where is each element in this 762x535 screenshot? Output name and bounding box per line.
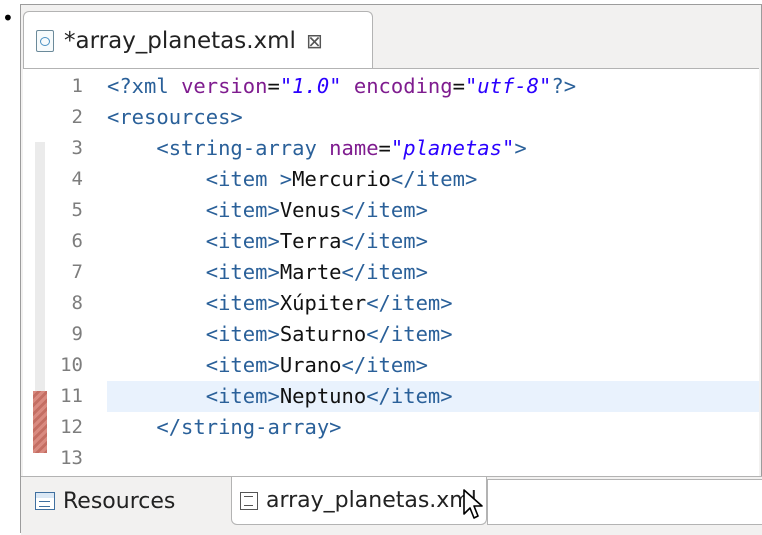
line-number: 6 bbox=[71, 230, 83, 252]
resources-form-icon bbox=[35, 492, 55, 510]
xml-source-editor[interactable]: 1 2 3 4 5 6 7 8 9 10 11 12 13 <?xml version="1.0" en… bbox=[23, 68, 759, 477]
code-line[interactable]: <item >Mercurio</item> bbox=[107, 164, 478, 195]
line-number: 4 bbox=[71, 168, 83, 190]
line-number: 10 bbox=[60, 354, 83, 376]
code-token: <item> bbox=[205, 229, 280, 253]
code-token: Terra bbox=[279, 229, 342, 253]
code-token: </item> bbox=[341, 260, 428, 284]
tab-resources[interactable]: Resources bbox=[27, 477, 231, 525]
code-line[interactable]: <item>Venus</item> bbox=[107, 195, 428, 226]
code-token: </item> bbox=[390, 167, 478, 191]
code-line[interactable]: <string-array name="planetas"> bbox=[107, 133, 527, 164]
code-token: </item> bbox=[366, 384, 453, 408]
code-token: = bbox=[378, 136, 391, 160]
line-number: 1 bbox=[71, 75, 83, 97]
source-file-icon bbox=[240, 491, 258, 510]
line-number: 8 bbox=[71, 292, 83, 314]
code-token: encoding bbox=[353, 74, 453, 98]
code-token: Saturno bbox=[279, 322, 367, 346]
line-number: 3 bbox=[71, 137, 83, 159]
code-token: Urano bbox=[279, 353, 342, 377]
line-number: 5 bbox=[71, 199, 83, 221]
xml-file-icon bbox=[36, 29, 54, 52]
line-number: 13 bbox=[60, 447, 83, 469]
line-number-gutter: 1 2 3 4 5 6 7 8 9 10 11 12 13 bbox=[23, 69, 103, 477]
code-token: version bbox=[181, 74, 268, 98]
code-token: <item> bbox=[205, 353, 280, 377]
code-token: <resources> bbox=[107, 105, 243, 129]
editor-bottom-tabs: Resources array_planetas.xml bbox=[21, 476, 762, 535]
code-token: <item> bbox=[205, 198, 280, 222]
code-token: name bbox=[329, 136, 379, 160]
code-line[interactable]: <item>Saturno</item> bbox=[107, 319, 453, 350]
eclipse-editor-window: *array_planetas.xml ⊠ 1 2 3 4 5 6 7 8 9 10 11 12 13 … bbox=[20, 4, 762, 535]
code-token: ?> bbox=[551, 74, 577, 98]
code-token: > bbox=[514, 136, 527, 160]
bottom-empty-field bbox=[487, 479, 762, 525]
code-token: "1.0" bbox=[279, 74, 342, 98]
line-number: 11 bbox=[60, 385, 83, 407]
code-token: Venus bbox=[279, 198, 342, 222]
code-token: </item> bbox=[366, 291, 453, 315]
line-number: 2 bbox=[71, 106, 83, 128]
close-tab-icon[interactable]: ⊠ bbox=[306, 29, 323, 53]
code-token: <item > bbox=[205, 167, 293, 191]
code-token: Neptuno bbox=[279, 384, 367, 408]
tab-xml-source[interactable]: array_planetas.xml bbox=[231, 477, 487, 525]
line-number: 7 bbox=[71, 261, 83, 283]
code-line[interactable]: <resources> bbox=[107, 102, 243, 133]
code-token: </item> bbox=[341, 229, 428, 253]
code-line[interactable]: <item>Marte</item> bbox=[107, 257, 428, 288]
code-token: </item> bbox=[366, 322, 453, 346]
editor-tab-bar: *array_planetas.xml ⊠ bbox=[21, 5, 761, 69]
code-line[interactable]: <item>Terra</item> bbox=[107, 226, 428, 257]
code-token: = bbox=[267, 74, 280, 98]
mouse-pointer-icon bbox=[463, 489, 483, 519]
code-token: Mercurio bbox=[292, 167, 391, 191]
code-line[interactable]: <item>Xúpiter</item> bbox=[107, 288, 453, 319]
code-token: <item> bbox=[205, 384, 280, 408]
code-token: <item> bbox=[205, 322, 280, 346]
code-line[interactable]: <item>Urano</item> bbox=[107, 350, 428, 381]
code-token: <item> bbox=[205, 291, 280, 315]
tab-title: *array_planetas.xml bbox=[64, 27, 296, 54]
tab-resources-label: Resources bbox=[63, 488, 176, 514]
code-token: "utf-8" bbox=[464, 74, 552, 98]
code-token: </item> bbox=[341, 353, 428, 377]
code-token: <?xml bbox=[107, 74, 182, 98]
code-token: "planetas" bbox=[390, 136, 515, 160]
code-token: Xúpiter bbox=[279, 291, 367, 315]
list-bullet: • bbox=[2, 6, 14, 30]
code-token: <string-array bbox=[156, 136, 330, 160]
code-line[interactable]: </string-array> bbox=[107, 412, 342, 443]
code-token: </string-array> bbox=[156, 415, 342, 439]
code-token: Marte bbox=[279, 260, 342, 284]
code-line[interactable]: <item>Neptuno</item> bbox=[107, 381, 453, 412]
line-number: 12 bbox=[60, 416, 83, 438]
code-token: <item> bbox=[205, 260, 280, 284]
code-token: = bbox=[452, 74, 465, 98]
tab-xml-source-label: array_planetas.xml bbox=[266, 488, 477, 513]
code-line[interactable]: <?xml version="1.0" encoding="utf-8"?> bbox=[107, 71, 576, 102]
code-token: </item> bbox=[341, 198, 428, 222]
line-number: 9 bbox=[71, 323, 83, 345]
tab-array-planetas[interactable]: *array_planetas.xml ⊠ bbox=[23, 11, 373, 69]
